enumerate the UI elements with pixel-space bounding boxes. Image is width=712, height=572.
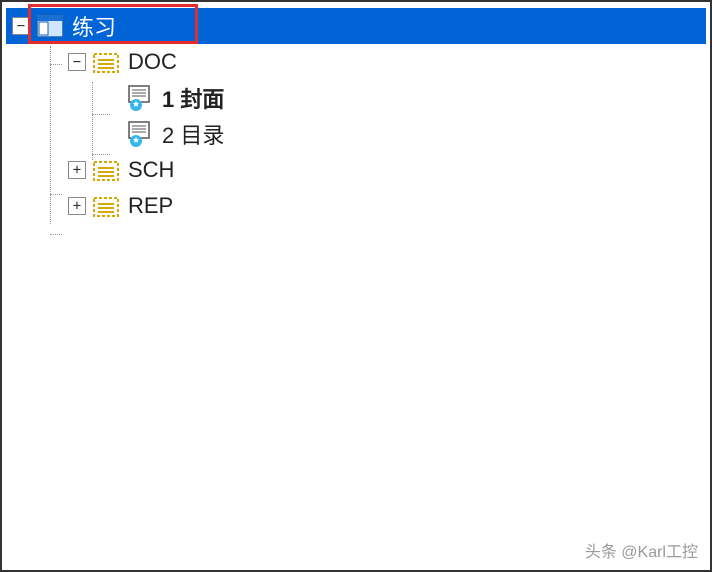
tree-item-root[interactable]: − 练习 bbox=[6, 8, 706, 44]
collapse-toggle-root[interactable]: − bbox=[12, 17, 30, 35]
tree-item-root-label: 练习 bbox=[72, 10, 116, 42]
tree-item-sch[interactable]: + SCH bbox=[6, 152, 706, 188]
tree-item-page2-label: 2 目录 bbox=[162, 118, 224, 150]
project-icon bbox=[36, 12, 64, 40]
tree-item-page1-label: 1 封面 bbox=[162, 82, 224, 114]
folder-icon bbox=[92, 48, 120, 76]
tree-item-page1[interactable]: 1 封面 bbox=[6, 80, 706, 116]
watermark: 头条 @Karl工控 bbox=[585, 538, 698, 562]
tree-item-sch-label: SCH bbox=[128, 157, 174, 183]
tree-item-doc-label: DOC bbox=[128, 49, 177, 75]
tree-item-page2[interactable]: 2 目录 bbox=[6, 116, 706, 152]
new-page-icon bbox=[126, 120, 154, 148]
project-tree: − 练习 − DOC bbox=[2, 2, 710, 230]
expand-toggle-sch[interactable]: + bbox=[68, 161, 86, 179]
collapse-toggle-doc[interactable]: − bbox=[68, 53, 86, 71]
folder-icon bbox=[92, 156, 120, 184]
tree-item-doc[interactable]: − DOC bbox=[6, 44, 706, 80]
new-page-icon bbox=[126, 84, 154, 112]
tree-item-rep[interactable]: + REP bbox=[6, 188, 706, 224]
expand-toggle-rep[interactable]: + bbox=[68, 197, 86, 215]
tree-item-rep-label: REP bbox=[128, 193, 173, 219]
folder-icon bbox=[92, 192, 120, 220]
